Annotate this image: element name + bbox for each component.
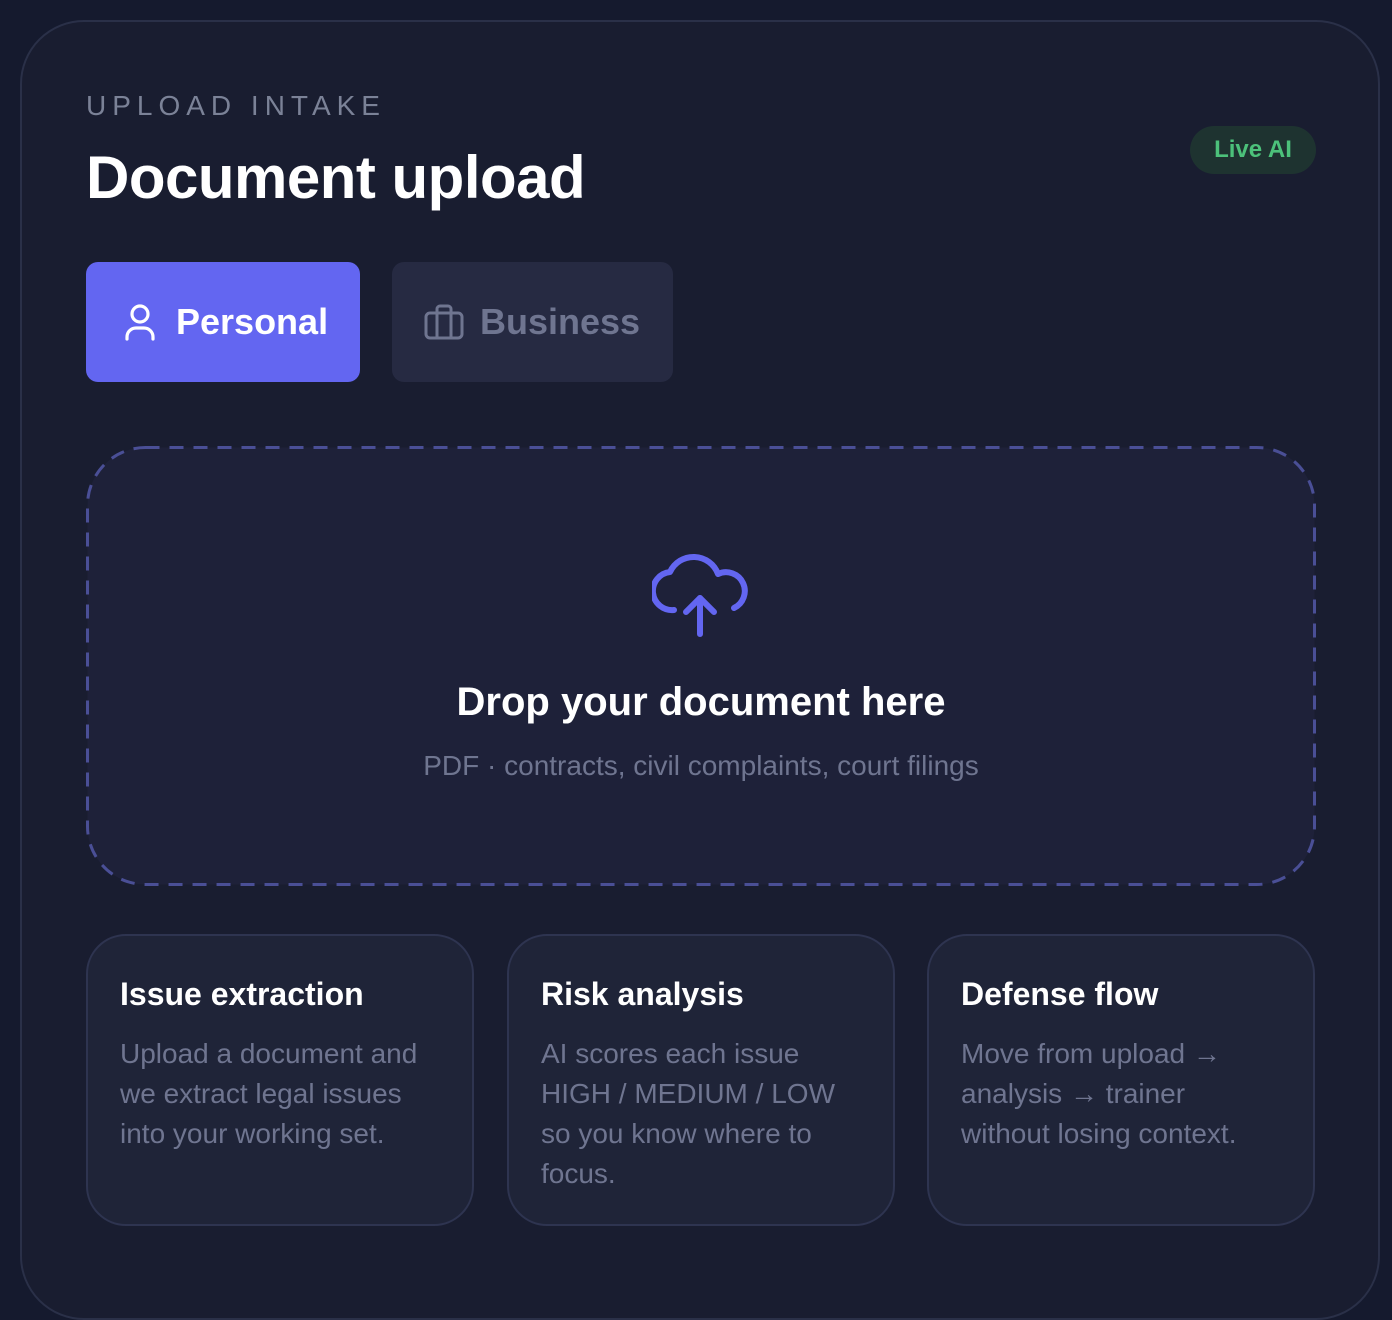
feature-card-risk-analysis: Risk analysis AI scores each issue HIGH … [507, 934, 895, 1226]
business-label: Business [480, 301, 641, 342]
live-ai-badge: Live AI [1190, 126, 1316, 174]
page-title: Document upload [86, 144, 586, 211]
dropzone-border [86, 446, 1316, 886]
feature-card-title: Issue extraction [120, 976, 364, 1012]
document-dropzone[interactable]: Drop your document here PDF · contracts,… [86, 446, 1316, 886]
personal-toggle-button[interactable]: Personal [86, 262, 360, 382]
section-eyebrow: UPLOAD INTAKE [86, 90, 386, 121]
dropzone-subtitle: PDF · contracts, civil complaints, court… [423, 750, 979, 781]
feature-card-defense-flow: Defense flow Move from upload → analysis… [927, 934, 1315, 1226]
user-icon [120, 302, 160, 342]
feature-card-title: Risk analysis [541, 976, 744, 1012]
feature-card-body: AI scores each issue HIGH / MEDIUM / LOW… [541, 1038, 835, 1189]
personal-label: Personal [176, 301, 329, 342]
business-toggle-button[interactable]: Business [392, 262, 673, 382]
feature-card-issue-extraction: Issue extraction Upload a document and w… [86, 934, 474, 1226]
feature-card-title: Defense flow [961, 976, 1159, 1012]
feature-card-body: Move from upload → analysis → trainer wi… [961, 1038, 1237, 1149]
briefcase-icon [424, 302, 464, 342]
feature-card-body: Upload a document and we extract legal i… [120, 1038, 418, 1149]
dropzone-title: Drop your document here [456, 680, 946, 724]
cloud-upload-icon [649, 550, 748, 638]
